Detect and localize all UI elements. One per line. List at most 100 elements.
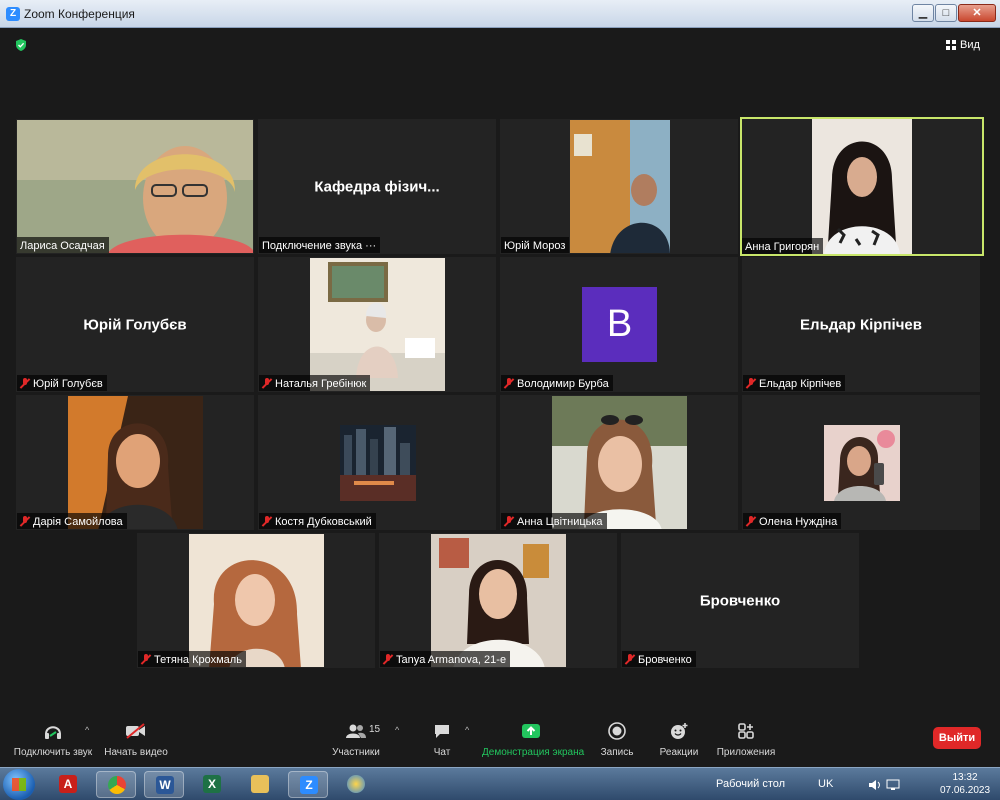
- participant-tile[interactable]: Наталья Гребінюк: [258, 257, 496, 392]
- participant-tile[interactable]: Лариса Осадчая: [16, 119, 254, 254]
- mic-muted-icon: [20, 516, 30, 527]
- participant-name-label: Юрій Мороз: [501, 237, 570, 253]
- language-indicator[interactable]: UK: [818, 778, 833, 790]
- mic-muted-icon: [141, 654, 151, 665]
- reactions-button[interactable]: Реакции: [656, 719, 702, 758]
- start-video-button[interactable]: Начать видео: [103, 719, 169, 758]
- headphones-icon: [45, 726, 61, 739]
- participant-tile[interactable]: Tanya Armanova, 21-е: [379, 533, 617, 668]
- record-icon: [608, 722, 626, 740]
- taskbar-acrobat[interactable]: A: [48, 771, 88, 798]
- participant-name-label: Подключение звука ···: [259, 237, 381, 253]
- chat-button[interactable]: Чат: [426, 719, 458, 758]
- participant-tile[interactable]: Юрій Голубєв Юрій Голубєв: [16, 257, 254, 392]
- participants-options-chevron-icon[interactable]: ^: [395, 725, 399, 735]
- participant-name-label: Ельдар Кірпічев: [743, 375, 846, 391]
- mic-muted-icon: [625, 654, 635, 665]
- participants-label: Участники: [332, 747, 380, 758]
- zoom-logo-icon: Z: [6, 7, 20, 21]
- share-screen-icon: [522, 724, 540, 738]
- participant-video: [812, 119, 912, 254]
- participant-video: [189, 534, 324, 667]
- participant-video: [431, 534, 566, 667]
- participant-video: [340, 425, 416, 501]
- participant-tile[interactable]: B Володимир Бурба: [500, 257, 738, 392]
- taskbar-paint[interactable]: [336, 771, 376, 798]
- mic-muted-icon: [383, 654, 393, 665]
- participant-name-label: Tanya Armanova, 21-е: [380, 651, 511, 667]
- participant-display-name: Ельдар Кірпічев: [800, 316, 922, 333]
- participant-tile[interactable]: Дарія Самойлова: [16, 395, 254, 530]
- apps-icon: [738, 723, 754, 739]
- view-label: Вид: [960, 39, 980, 51]
- record-label: Запись: [600, 747, 634, 758]
- minimize-button[interactable]: ▁: [912, 4, 934, 22]
- participant-tile[interactable]: Анна Цвітницька: [500, 395, 738, 530]
- taskbar-zoom[interactable]: Z: [288, 771, 328, 798]
- security-shield-icon[interactable]: [14, 38, 28, 52]
- record-button[interactable]: Запись: [597, 719, 637, 758]
- taskbar-chrome[interactable]: [96, 771, 136, 798]
- start-button[interactable]: [3, 769, 35, 800]
- participants-icon: [346, 724, 366, 738]
- os-taskbar: A W X Z Рабочий стол UK 13:32 07.06.2023: [0, 767, 1000, 800]
- clock-time: 13:32: [952, 772, 978, 783]
- participant-video: [824, 425, 900, 501]
- participant-video: [68, 396, 203, 529]
- mic-muted-icon: [746, 378, 756, 389]
- participant-tile[interactable]: Тетяна Крохмаль: [137, 533, 375, 668]
- participant-tile[interactable]: Олена Нуждіна: [742, 395, 980, 530]
- share-screen-button[interactable]: Демонстрация экрана: [482, 719, 584, 758]
- taskbar-word[interactable]: W: [144, 771, 184, 798]
- chat-label: Чат: [433, 747, 451, 758]
- apps-button[interactable]: Приложения: [715, 719, 777, 758]
- participant-avatar: B: [582, 287, 657, 362]
- chat-options-chevron-icon[interactable]: ^: [465, 725, 469, 735]
- participant-name-label: Лариса Осадчая: [17, 237, 109, 253]
- participant-display-name: Юрій Голубєв: [83, 316, 187, 333]
- view-button[interactable]: Вид: [946, 36, 980, 54]
- participant-name-label: Володимир Бурба: [501, 375, 613, 391]
- participant-name-label: Анна Цвітницька: [501, 513, 607, 529]
- maximize-button[interactable]: □: [935, 4, 957, 22]
- participant-tile[interactable]: Бровченко Бровченко: [621, 533, 859, 668]
- video-camera-off-icon: [126, 723, 145, 739]
- participant-video: [17, 120, 253, 253]
- participant-name-label: Костя Дубковський: [259, 513, 376, 529]
- excel-icon: X: [203, 775, 221, 793]
- audio-options-chevron-icon[interactable]: ^: [85, 725, 89, 735]
- participant-display-name: Бровченко: [699, 592, 781, 609]
- participants-count: 15: [369, 724, 381, 735]
- system-clock[interactable]: 13:32 07.06.2023: [934, 771, 996, 797]
- desktop-toolbar-label[interactable]: Рабочий стол: [716, 778, 785, 790]
- leave-meeting-button[interactable]: Выйти: [933, 727, 981, 749]
- participant-tile[interactable]: Костя Дубковський: [258, 395, 496, 530]
- participant-video: [552, 396, 687, 529]
- acrobat-icon: A: [59, 775, 77, 793]
- start-video-label: Начать видео: [104, 747, 168, 758]
- word-icon: W: [156, 776, 174, 794]
- meeting-toolbar: Подключить звук ^ Начать видео Участники…: [0, 715, 1000, 767]
- participant-name-label: Наталья Гребінюк: [259, 375, 371, 391]
- participant-tile[interactable]: Юрій Мороз: [500, 119, 738, 254]
- mic-muted-icon: [504, 378, 514, 389]
- mic-muted-icon: [504, 516, 514, 527]
- apps-label: Приложения: [716, 747, 776, 758]
- taskbar-explorer[interactable]: [240, 771, 280, 798]
- taskbar-excel[interactable]: X: [192, 771, 232, 798]
- close-button[interactable]: ✕: [958, 4, 996, 22]
- chat-bubble-icon: [435, 725, 449, 738]
- join-audio-button[interactable]: Подключить звук: [12, 719, 94, 758]
- meeting-area: Вид Лариса Осадчая Кафедра фізич... Подк…: [0, 28, 1000, 715]
- volume-icon[interactable]: [868, 779, 882, 791]
- participant-tile-active-speaker[interactable]: Анна Григорян: [740, 117, 984, 256]
- participant-tile[interactable]: Кафедра фізич... Подключение звука ···: [258, 119, 496, 254]
- mic-muted-icon: [262, 378, 272, 389]
- folder-icon: [251, 775, 269, 793]
- participant-name-label: Бровченко: [622, 651, 696, 667]
- participant-tile[interactable]: Ельдар Кірпічев Ельдар Кірпічев: [742, 257, 980, 392]
- participant-video: [310, 258, 445, 391]
- smiley-plus-icon: [671, 723, 688, 739]
- participant-video: [570, 120, 670, 253]
- network-icon[interactable]: [886, 779, 900, 791]
